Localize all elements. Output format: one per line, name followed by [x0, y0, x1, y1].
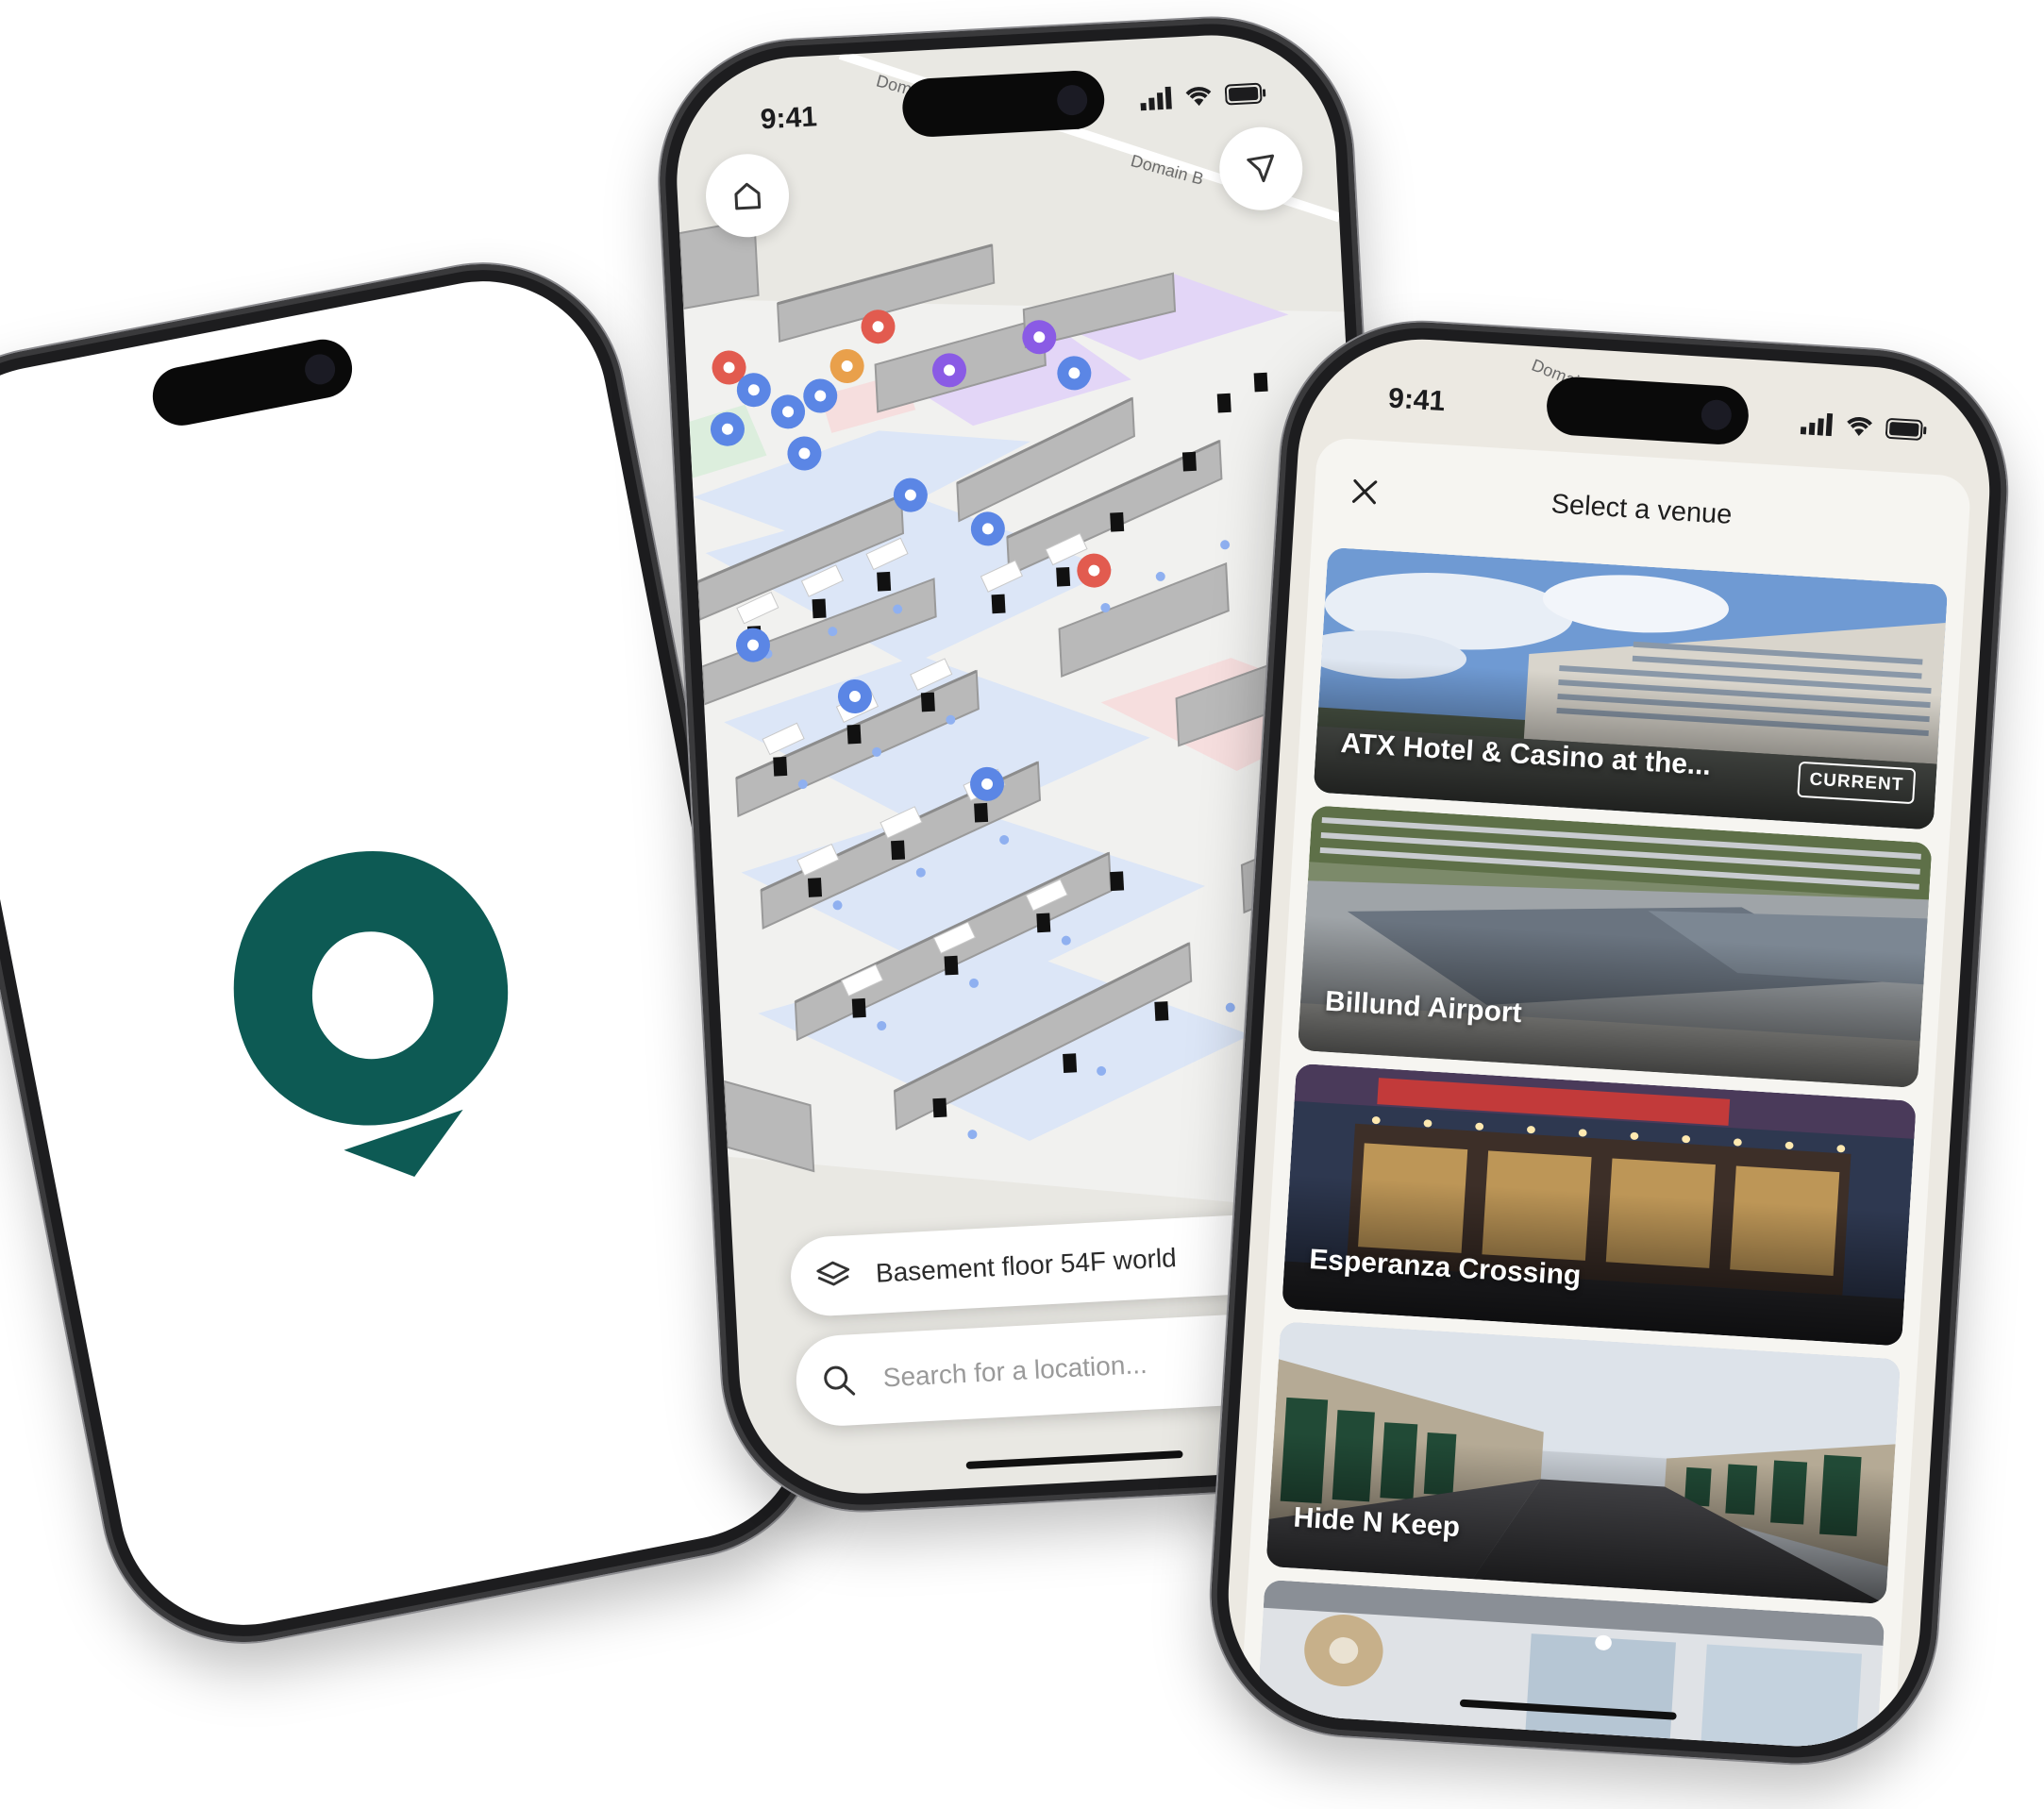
home-icon — [734, 182, 762, 210]
status-time: 9:41 — [1387, 382, 1447, 418]
signal-icon — [1140, 86, 1172, 111]
navigation-arrow-icon — [1247, 154, 1275, 183]
venue-card-hide-n-keep[interactable]: Hide N Keep — [1265, 1321, 1902, 1605]
venue-phone: Domain Bl 9:41 Select a venue — [1202, 313, 2016, 1772]
layers-icon — [816, 1261, 850, 1286]
floor-label: Basement floor 54F world — [875, 1243, 1178, 1288]
pin-logo — [203, 818, 545, 1206]
dynamic-island — [900, 69, 1106, 139]
venue-list: ATX Hotel & Casino at the... CURRENT Bil… — [1256, 546, 1949, 1752]
current-badge: CURRENT — [1797, 761, 1917, 805]
wifi-icon — [1185, 87, 1212, 107]
search-icon — [824, 1365, 856, 1396]
dynamic-island — [1545, 375, 1751, 446]
venue-card-billund-airport[interactable]: Billund Airport — [1297, 805, 1933, 1089]
battery-icon — [1224, 82, 1266, 106]
signal-icon — [1800, 412, 1834, 437]
venue-card-esperanza-crossing[interactable]: Esperanza Crossing — [1282, 1063, 1917, 1347]
venue-photo — [1256, 1579, 1885, 1752]
status-time: 9:41 — [759, 101, 818, 136]
status-icons — [1800, 411, 1928, 442]
battery-icon — [1885, 418, 1927, 441]
venue-card-atx-hotel[interactable]: ATX Hotel & Casino at the... CURRENT — [1313, 546, 1949, 830]
venue-sheet: Select a venue ATX Hotel & Casino at the… — [1239, 436, 1972, 1752]
wifi-icon — [1847, 417, 1873, 436]
venue-card[interactable] — [1256, 1579, 1885, 1752]
status-icons — [1140, 81, 1267, 111]
sheet-title: Select a venue — [1550, 489, 1734, 530]
dynamic-island — [147, 334, 358, 431]
venue-screen: Domain Bl 9:41 Select a venue — [1220, 331, 1998, 1754]
